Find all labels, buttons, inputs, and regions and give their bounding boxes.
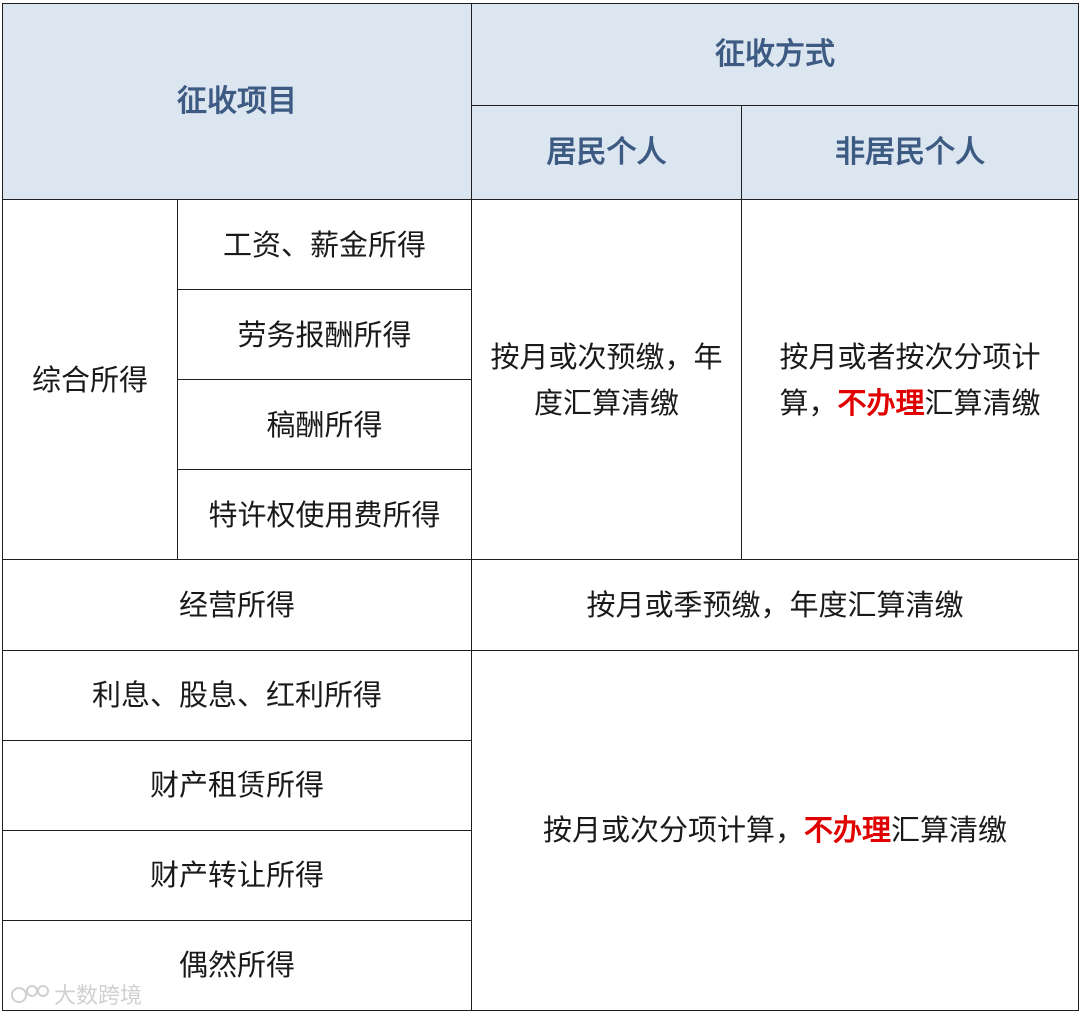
method-text: 按月或次分项计算，: [542, 813, 804, 848]
business-method: 按月或季预缴，年度汇算清缴: [471, 559, 1079, 651]
comprehensive-item: 特许权使用费所得: [177, 469, 472, 561]
comprehensive-item: 劳务报酬所得: [177, 289, 472, 381]
comprehensive-item: 工资、薪金所得: [177, 199, 472, 291]
comprehensive-group-label: 综合所得: [2, 199, 178, 561]
other-item: 利息、股息、红利所得: [2, 649, 472, 741]
comprehensive-non-resident-method: 按月或者按次分项计算，不办理汇算清缴: [741, 199, 1079, 561]
method-text: 汇算清缴: [924, 385, 1041, 420]
header-method-col: 征收方式: [471, 2, 1079, 107]
method-highlight: 不办理: [803, 813, 891, 848]
method-text: 汇算清缴: [891, 813, 1008, 848]
other-item: 偶然所得: [2, 919, 472, 1012]
comprehensive-resident-method: 按月或次预缴，年度汇算清缴: [471, 199, 742, 561]
header-item-col: 征收项目: [2, 2, 472, 201]
other-item: 财产租赁所得: [2, 739, 472, 831]
header-non-resident: 非居民个人: [741, 105, 1079, 201]
others-method: 按月或次分项计算，不办理汇算清缴: [471, 649, 1079, 1012]
tax-collection-table: 征收项目 征收方式 居民个人 非居民个人 综合所得 工资、薪金所得 按月或次预缴…: [2, 2, 1079, 1012]
business-item: 经营所得: [2, 559, 472, 651]
header-resident: 居民个人: [471, 105, 742, 201]
comprehensive-item: 稿酬所得: [177, 379, 472, 471]
other-item: 财产转让所得: [2, 829, 472, 921]
method-highlight: 不办理: [837, 385, 925, 420]
